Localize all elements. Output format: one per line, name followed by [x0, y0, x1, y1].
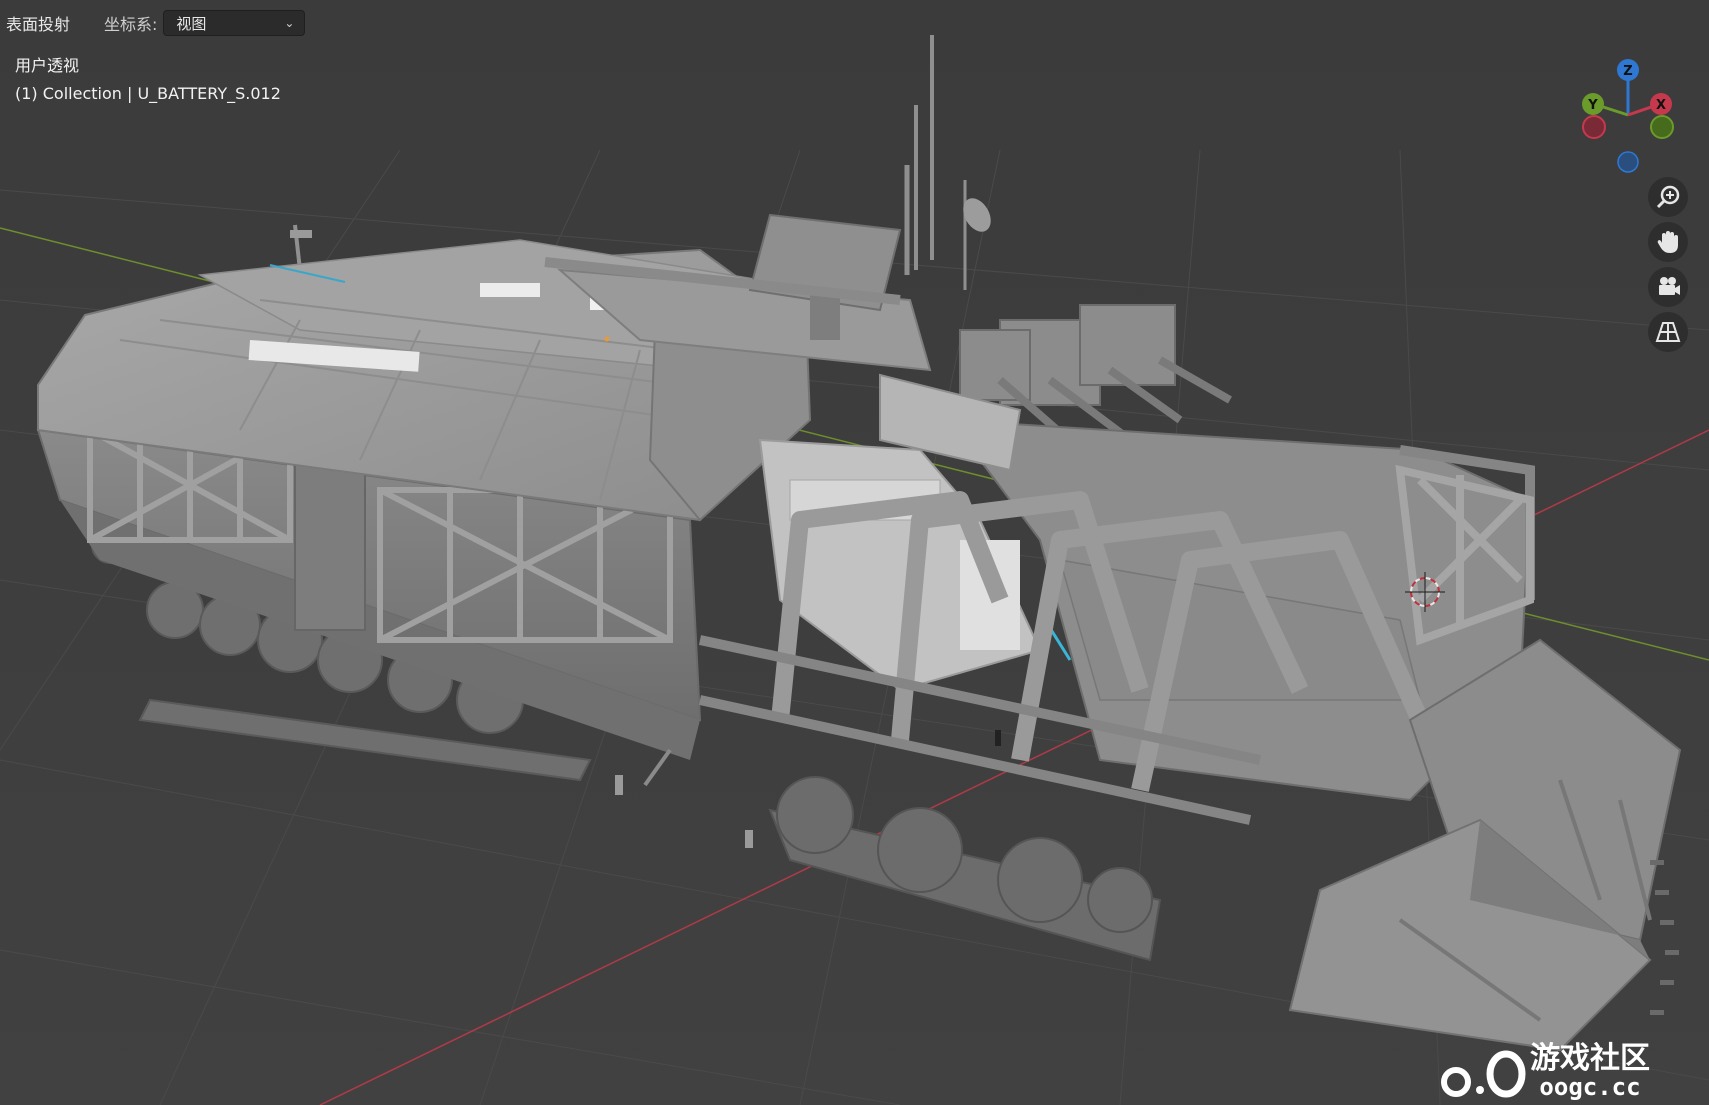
snap-mode-label[interactable]: 表面投射	[6, 11, 70, 35]
coordinate-system-label: 坐标系:	[104, 15, 158, 34]
3d-viewport[interactable]	[0, 0, 1709, 1105]
watermark-logo: 游戏社区 oogc.cc	[1441, 1041, 1650, 1100]
camera-view-button[interactable]	[1648, 267, 1688, 307]
axis-neg-y-icon	[1650, 115, 1674, 139]
axis-y-label: Y	[1587, 98, 1598, 113]
grid-perspective-icon	[1655, 322, 1681, 342]
zoom-button[interactable]	[1648, 177, 1688, 217]
axis-neg-x-icon	[1582, 115, 1606, 139]
collection-info-text: (1) Collection | U_BATTERY_S.012	[15, 84, 281, 103]
watermark-brand-text: 游戏社区	[1530, 1041, 1650, 1076]
coordinate-system-value: 视图	[176, 14, 207, 33]
viewport-overlay-info: 用户透视 (1) Collection | U_BATTERY_S.012	[15, 52, 281, 108]
coordinate-system-dropdown[interactable]: 视图 ⌄	[163, 10, 306, 36]
axis-z-label: Z	[1623, 64, 1632, 79]
watermark-site-text: oogc.cc	[1539, 1073, 1640, 1100]
axis-x-label: X	[1656, 98, 1666, 113]
pan-button[interactable]	[1648, 222, 1688, 262]
zoom-icon	[1656, 185, 1680, 209]
view-name-text: 用户透视	[15, 56, 80, 75]
viewport-header: 表面投射 坐标系: 视图 ⌄	[0, 0, 306, 46]
hand-pan-icon	[1657, 231, 1678, 253]
chevron-down-icon: ⌄	[284, 16, 295, 30]
axis-neg-z-icon	[1617, 151, 1639, 173]
camera-icon	[1659, 277, 1680, 295]
perspective-toggle-button[interactable]	[1648, 312, 1688, 352]
navigation-gizmo[interactable]: Z Y X	[1570, 50, 1690, 180]
